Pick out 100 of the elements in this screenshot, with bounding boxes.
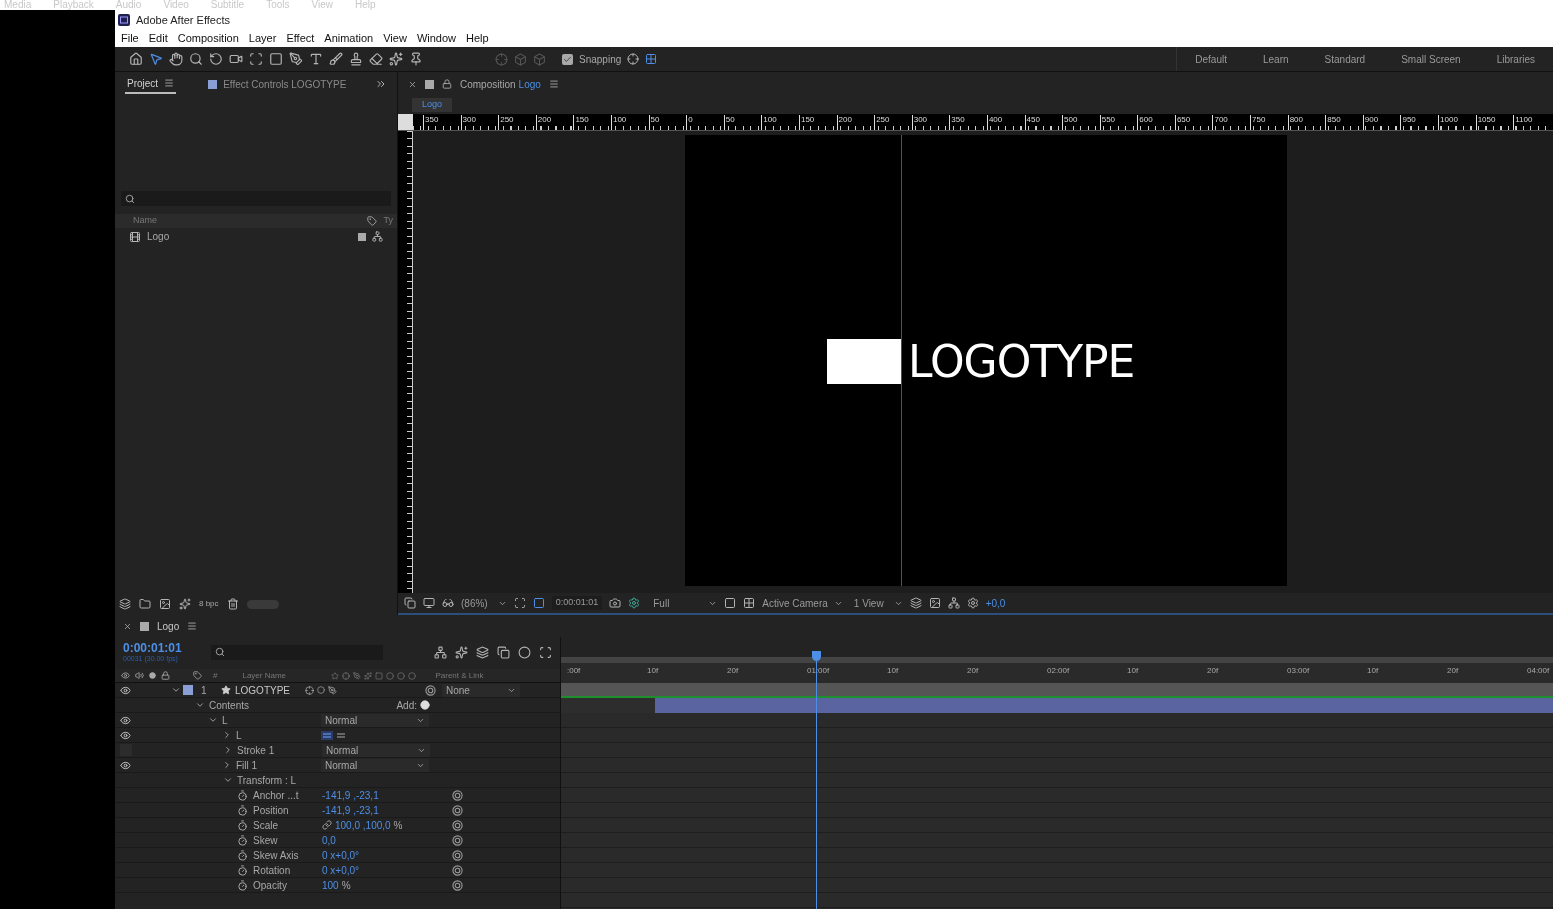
layers-icon[interactable]: [909, 597, 922, 609]
menu-item[interactable]: Help: [466, 30, 489, 47]
hand-icon[interactable]: [169, 52, 183, 66]
property-value[interactable]: 100,0 ,100,0: [335, 817, 391, 833]
expand-icon[interactable]: [222, 760, 232, 770]
layer-label-color[interactable]: [183, 685, 193, 695]
constrain-link-icon[interactable]: [322, 820, 332, 830]
home-icon[interactable]: [129, 52, 143, 66]
column-header[interactable]: Parent & Link: [435, 669, 484, 682]
exposure-icon[interactable]: [966, 597, 979, 609]
type-icon[interactable]: [309, 52, 323, 66]
brush-icon[interactable]: [329, 52, 343, 66]
expand-icon[interactable]: [223, 745, 233, 755]
stopwatch-icon[interactable]: [237, 789, 248, 801]
eraser-icon[interactable]: [369, 52, 383, 66]
property-value[interactable]: -141,9 ,-23,1: [322, 802, 379, 818]
view-layout-dropdown[interactable]: 1 View: [853, 595, 903, 611]
bit-depth-label[interactable]: 8 bpc: [199, 598, 219, 610]
blend-mode-dropdown[interactable]: Normal: [321, 713, 429, 727]
stopwatch-icon[interactable]: [237, 879, 248, 891]
workspace-tab[interactable]: Default: [1177, 51, 1245, 67]
column-header[interactable]: Name: [133, 214, 157, 228]
workspace-tab[interactable]: Standard: [1306, 51, 1384, 67]
menu-item[interactable]: Layer: [248, 30, 277, 47]
rotate-icon[interactable]: [209, 52, 223, 66]
layer-name[interactable]: LOGOTYPE: [235, 682, 305, 698]
layer-switches-icon[interactable]: [305, 685, 337, 695]
folder-icon[interactable]: [139, 598, 151, 610]
menu-item[interactable]: Composition: [177, 30, 239, 47]
monitor-icon[interactable]: [423, 597, 435, 609]
panel-tab[interactable]: Project: [125, 74, 177, 94]
collapse-icon[interactable]: [171, 685, 181, 695]
spiral-icon[interactable]: [452, 819, 463, 831]
visibility-icon[interactable]: [120, 729, 131, 741]
trash-icon[interactable]: [226, 598, 239, 610]
more-panels-icon[interactable]: [375, 78, 387, 90]
stopwatch-icon[interactable]: [237, 804, 248, 816]
region-icon[interactable]: [724, 597, 737, 609]
composition-subtab[interactable]: Logo: [412, 98, 453, 112]
menu-item[interactable]: Edit: [148, 30, 168, 47]
parent-dropdown[interactable]: None: [442, 683, 520, 697]
menu-icon[interactable]: [548, 79, 559, 89]
zoom-dropdown[interactable]: (86%): [461, 595, 507, 611]
label-icon[interactable]: [367, 216, 378, 226]
property-value[interactable]: 0 x+0,0°: [322, 847, 360, 863]
grid-icon[interactable]: [645, 53, 658, 65]
stopwatch-icon[interactable]: [237, 834, 248, 846]
property-value[interactable]: -141,9 ,-23,1: [322, 787, 379, 803]
visibility-icon[interactable]: [120, 714, 131, 726]
interpret-icon[interactable]: [119, 598, 131, 610]
blend-mode-dropdown[interactable]: Normal: [322, 743, 430, 757]
expand-icon[interactable]: [222, 730, 232, 740]
lock-icon[interactable]: [442, 79, 452, 89]
pointer-icon[interactable]: [149, 52, 163, 66]
frame-blending-icon[interactable]: [497, 645, 510, 659]
panel-tab[interactable]: Composition Logo: [460, 76, 541, 92]
composition-flow-icon[interactable]: [434, 645, 447, 659]
spiral-icon[interactable]: [452, 849, 463, 861]
project-search-field[interactable]: [121, 191, 391, 206]
safe-zones-icon[interactable]: [513, 597, 526, 609]
motion-blur-icon[interactable]: [518, 645, 531, 659]
collapse-icon[interactable]: [223, 775, 233, 785]
close-icon[interactable]: [408, 79, 417, 89]
menu-item[interactable]: Animation: [324, 30, 374, 47]
new-composition-icon[interactable]: [159, 598, 171, 610]
camera-icon[interactable]: [229, 52, 243, 66]
menu-item[interactable]: File: [121, 30, 139, 47]
panel-tab[interactable]: Logo: [157, 618, 180, 634]
pen-icon[interactable]: [289, 52, 303, 66]
property-value[interactable]: 100: [322, 877, 339, 893]
close-icon[interactable]: [123, 621, 132, 631]
shy-layers-icon[interactable]: [476, 645, 489, 659]
glasses-icon[interactable]: [442, 597, 454, 609]
stamp-icon[interactable]: [349, 52, 363, 66]
collapse-icon[interactable]: [208, 715, 218, 725]
collapse-icon[interactable]: [195, 700, 205, 710]
property-value[interactable]: 0,0: [322, 832, 336, 848]
column-header[interactable]: #: [213, 669, 218, 682]
menu-icon[interactable]: [164, 78, 175, 88]
visibility-icon[interactable]: [120, 759, 131, 771]
preview-icon[interactable]: [928, 597, 941, 609]
camera-dropdown[interactable]: Active Camera: [762, 595, 843, 611]
stopwatch-icon[interactable]: [237, 864, 248, 876]
graph-editor-icon[interactable]: [539, 645, 552, 659]
selection-frame-icon[interactable]: [249, 52, 263, 66]
spiral-icon[interactable]: [452, 834, 463, 846]
current-time-field[interactable]: 0:00:01:01: [551, 596, 603, 610]
spiral-icon[interactable]: [452, 864, 463, 876]
snapping-checkbox[interactable]: [562, 53, 573, 65]
menu-item[interactable]: View: [383, 30, 407, 47]
blend-mode-dropdown[interactable]: Normal: [321, 758, 429, 772]
mask-icon[interactable]: [532, 597, 545, 609]
stopwatch-icon[interactable]: [237, 849, 248, 861]
menu-icon[interactable]: [187, 621, 198, 631]
spiral-icon[interactable]: [452, 879, 463, 891]
visibility-icon[interactable]: [120, 684, 131, 696]
layer-search-field[interactable]: [211, 644, 383, 660]
spiral-icon[interactable]: [425, 684, 436, 696]
spiral-icon[interactable]: [452, 789, 463, 801]
snapshot-icon[interactable]: [404, 597, 416, 609]
